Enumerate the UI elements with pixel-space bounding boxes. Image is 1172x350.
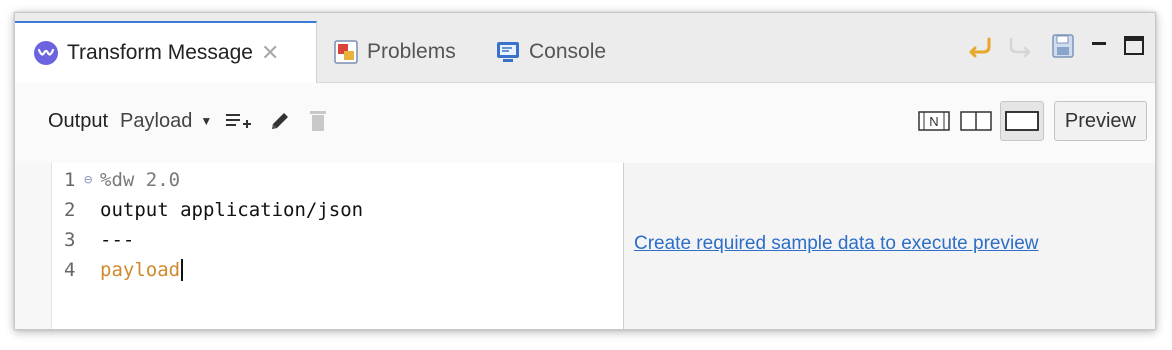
line-number: 3 — [64, 229, 76, 251]
trash-icon[interactable] — [308, 109, 328, 133]
code-line: 4 payload — [64, 255, 184, 285]
code-text: output application/json — [100, 199, 364, 221]
tab-console[interactable]: Console — [495, 21, 606, 83]
code-text: %dw 2.0 — [100, 169, 181, 191]
line-number: 4 — [64, 259, 76, 281]
tab-problems[interactable]: Problems — [333, 21, 456, 83]
layout-controls: N Preview — [916, 101, 1147, 141]
chevron-down-icon[interactable]: ▼ — [200, 114, 212, 128]
pencil-icon[interactable] — [268, 109, 292, 133]
layout-split-icon[interactable] — [958, 107, 994, 135]
layout-single-icon[interactable] — [999, 101, 1044, 141]
fold-icon[interactable]: ⊖ — [84, 172, 100, 188]
view-actions — [963, 33, 1145, 59]
code-line: 1 ⊖ %dw 2.0 — [64, 165, 180, 195]
transform-message-window: Transform Message ✕ Problems Console Out… — [14, 12, 1156, 330]
layout-source-only-icon[interactable]: N — [916, 107, 952, 135]
maximize-icon[interactable] — [1123, 35, 1145, 57]
tab-label: Console — [529, 40, 607, 63]
tab-label: Transform Message — [67, 41, 253, 64]
undo-icon[interactable] — [963, 33, 993, 59]
editor-gutter — [15, 163, 51, 329]
create-sample-data-link[interactable]: Create required sample data to execute p… — [634, 233, 1039, 255]
line-number: 2 — [64, 199, 76, 221]
svg-text:N: N — [929, 114, 938, 129]
preview-pane: Create required sample data to execute p… — [624, 163, 1155, 329]
problems-icon — [333, 39, 359, 65]
transform-toolbar: Output Payload ▼ N Preview — [15, 83, 1155, 163]
preview-button[interactable]: Preview — [1053, 101, 1147, 141]
save-icon[interactable] — [1051, 33, 1075, 59]
close-icon[interactable]: ✕ — [261, 40, 279, 66]
code-line: 3 --- — [64, 225, 134, 255]
output-controls: Output Payload ▼ — [48, 109, 344, 133]
minimize-icon[interactable] — [1089, 36, 1109, 56]
console-icon — [495, 39, 521, 65]
tab-label: Problems — [367, 40, 456, 63]
code-line: 2 output application/json — [64, 195, 363, 225]
add-output-icon[interactable] — [224, 111, 252, 131]
dataweave-icon — [33, 40, 59, 66]
redo-icon[interactable] — [1007, 33, 1037, 59]
output-label: Output — [48, 109, 109, 132]
tab-transform-message[interactable]: Transform Message ✕ — [15, 21, 317, 83]
code-text: --- — [100, 229, 135, 251]
line-number: 1 — [64, 169, 76, 191]
dataweave-editor[interactable]: 1 ⊖ %dw 2.0 2 output application/json 3 --- … — [51, 163, 623, 329]
view-tab-bar: Transform Message ✕ Problems Console — [15, 13, 1155, 83]
code-text: payload — [100, 259, 181, 281]
payload-selector[interactable]: Payload — [120, 110, 192, 133]
text-cursor — [181, 259, 184, 281]
